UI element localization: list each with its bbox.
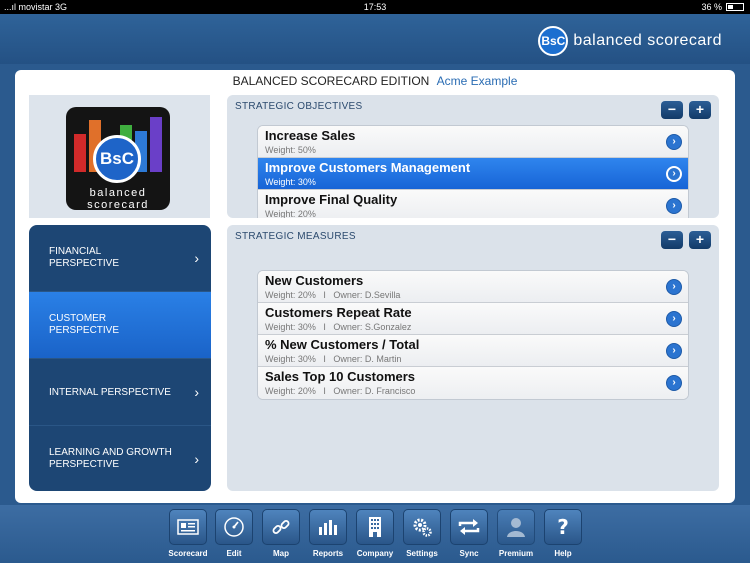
status-bar: ...ıl movistar 3G 17:53 36 % bbox=[0, 0, 750, 14]
company-name: Acme Example bbox=[436, 74, 518, 88]
measure-meta: Weight: 30% I Owner: D. Martin bbox=[265, 354, 402, 364]
measures-list: New Customers Weight: 20% I Owner: D.Sev… bbox=[257, 270, 689, 400]
measure-name: New Customers bbox=[265, 273, 364, 288]
app-icon-line1: balanced bbox=[89, 187, 147, 199]
battery-icon bbox=[726, 3, 744, 11]
detail-disclosure-icon[interactable]: › bbox=[666, 279, 682, 295]
logo-text: balanced scorecard bbox=[573, 32, 722, 49]
logo-mark: BsC bbox=[538, 26, 569, 56]
add-measure-button[interactable]: + bbox=[689, 231, 711, 249]
measure-meta: Weight: 30% I Owner: S.Gonzalez bbox=[265, 322, 412, 332]
toolbar-settings-button[interactable]: Settings bbox=[403, 509, 441, 558]
remove-objective-button[interactable]: − bbox=[661, 101, 683, 119]
gauge-icon bbox=[215, 509, 253, 545]
bottom-toolbar: Scorecard Edit Map Reports Company Setti… bbox=[0, 505, 750, 563]
measures-section: STRATEGIC MEASURES − + New Customers Wei… bbox=[227, 225, 719, 491]
measure-name: Customers Repeat Rate bbox=[265, 305, 412, 320]
nav-item-label: LEARNING AND GROWTH PERSPECTIVE bbox=[49, 446, 172, 470]
objectives-section: STRATEGIC OBJECTIVES − + Increase Sales … bbox=[227, 95, 719, 218]
chevron-right-icon: › bbox=[194, 450, 199, 467]
chevron-right-icon: › bbox=[194, 250, 199, 266]
link-icon bbox=[262, 509, 300, 545]
objective-weight: Weight: 30% bbox=[265, 177, 316, 187]
toolbar-company-button[interactable]: Company bbox=[356, 509, 394, 558]
list-item[interactable]: Improve Final Quality Weight: 20% › bbox=[258, 190, 688, 218]
objectives-list: Increase Sales Weight: 50% › Improve Cus… bbox=[257, 125, 689, 218]
nav-item-customer[interactable]: CUSTOMER PERSPECTIVE bbox=[29, 292, 211, 359]
toolbar-edit-button[interactable]: Edit bbox=[215, 509, 253, 558]
toolbar-reports-button[interactable]: Reports bbox=[309, 509, 347, 558]
toolbar-premium-button[interactable]: Premium bbox=[497, 509, 535, 558]
app-icon-line2: scorecard bbox=[87, 199, 149, 210]
page-title: BALANCED SCORECARD EDITION Acme Example bbox=[0, 74, 750, 88]
nav-item-financial[interactable]: FINANCIAL PERSPECTIVE › bbox=[29, 225, 211, 292]
gears-icon bbox=[403, 509, 441, 545]
detail-disclosure-icon[interactable]: › bbox=[666, 375, 682, 391]
help-icon: ? bbox=[544, 509, 582, 545]
brand-logo: BsC balanced scorecard bbox=[538, 26, 722, 56]
detail-disclosure-icon[interactable]: › bbox=[666, 198, 682, 214]
bar-chart-icon bbox=[309, 509, 347, 545]
list-item[interactable]: Sales Top 10 Customers Weight: 20% I Own… bbox=[258, 367, 688, 399]
chevron-right-icon: › bbox=[194, 384, 199, 400]
add-objective-button[interactable]: + bbox=[689, 101, 711, 119]
nav-item-label: INTERNAL PERSPECTIVE bbox=[49, 386, 171, 398]
objectives-title: STRATEGIC OBJECTIVES bbox=[235, 101, 363, 112]
measure-meta: Weight: 20% I Owner: D. Francisco bbox=[265, 386, 416, 396]
detail-disclosure-icon[interactable]: › bbox=[666, 343, 682, 359]
objective-name: Improve Customers Management bbox=[265, 160, 471, 175]
edition-label: BALANCED SCORECARD EDITION bbox=[232, 74, 430, 88]
nav-item-learning[interactable]: LEARNING AND GROWTH PERSPECTIVE › bbox=[29, 426, 211, 491]
perspective-nav: FINANCIAL PERSPECTIVE › CUSTOMER PERSPEC… bbox=[29, 225, 211, 491]
toolbar-label: Help bbox=[554, 549, 572, 558]
clock: 17:53 bbox=[363, 2, 387, 12]
nav-item-label: FINANCIAL PERSPECTIVE bbox=[49, 246, 120, 269]
app-icon-mark: BsC bbox=[93, 135, 141, 183]
measure-name: Sales Top 10 Customers bbox=[265, 369, 416, 384]
objective-weight: Weight: 50% bbox=[265, 145, 316, 155]
nav-item-internal[interactable]: INTERNAL PERSPECTIVE › bbox=[29, 359, 211, 426]
remove-measure-button[interactable]: − bbox=[661, 231, 683, 249]
objective-name: Improve Final Quality bbox=[265, 192, 398, 207]
app-icon: BsC balanced scorecard bbox=[66, 107, 170, 210]
objective-weight: Weight: 20% bbox=[265, 209, 316, 218]
detail-disclosure-icon[interactable]: › bbox=[666, 134, 682, 150]
battery-label: 36 % bbox=[701, 2, 722, 12]
list-item[interactable]: Customers Repeat Rate Weight: 30% I Owne… bbox=[258, 303, 688, 335]
objective-name: Increase Sales bbox=[265, 128, 356, 143]
scorecard-icon bbox=[169, 509, 207, 545]
toolbar-map-button[interactable]: Map bbox=[262, 509, 300, 558]
measure-name: % New Customers / Total bbox=[265, 337, 420, 352]
toolbar-help-button[interactable]: ? Help bbox=[544, 509, 582, 558]
detail-disclosure-icon[interactable]: › bbox=[666, 166, 682, 182]
list-item[interactable]: New Customers Weight: 20% I Owner: D.Sev… bbox=[258, 271, 688, 303]
app-logo-box: BsC balanced scorecard bbox=[29, 95, 210, 218]
nav-item-label: CUSTOMER PERSPECTIVE bbox=[49, 313, 120, 336]
toolbar-scorecard-button[interactable]: Scorecard bbox=[168, 509, 208, 558]
user-icon bbox=[497, 509, 535, 545]
list-item[interactable]: Increase Sales Weight: 50% › bbox=[258, 126, 688, 158]
measures-title: STRATEGIC MEASURES bbox=[235, 231, 356, 242]
list-item-selected[interactable]: Improve Customers Management Weight: 30%… bbox=[258, 158, 688, 190]
list-item[interactable]: % New Customers / Total Weight: 30% I Ow… bbox=[258, 335, 688, 367]
detail-disclosure-icon[interactable]: › bbox=[666, 311, 682, 327]
building-icon bbox=[356, 509, 394, 545]
measure-meta: Weight: 20% I Owner: D.Sevilla bbox=[265, 290, 401, 300]
sync-icon bbox=[450, 509, 488, 545]
toolbar-sync-button[interactable]: Sync bbox=[450, 509, 488, 558]
battery-indicator: 36 % bbox=[701, 0, 744, 14]
